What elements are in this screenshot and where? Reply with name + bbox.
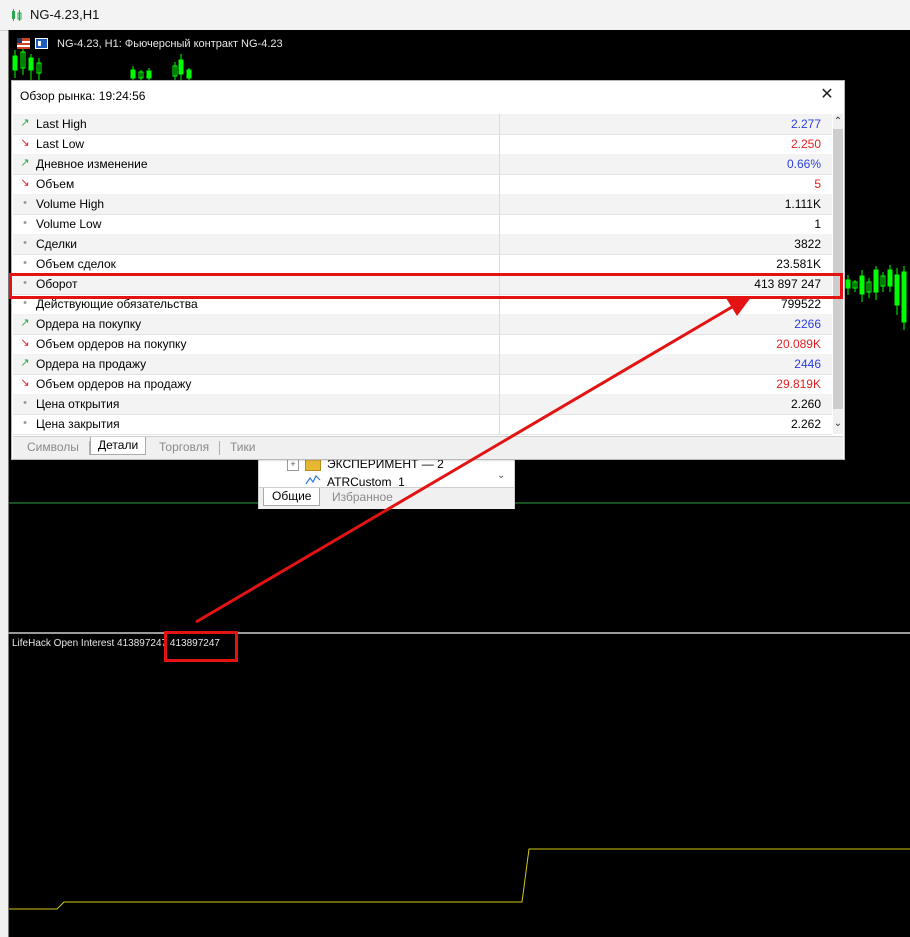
detail-row[interactable]: • Volume Low 1 [13, 214, 832, 235]
navigator-tabs: Общие Избранное [259, 487, 514, 509]
detail-row[interactable]: ↘ Объем ордеров на продажу 29.819K [13, 374, 832, 395]
detail-value: 2446 [794, 357, 821, 371]
detail-label: Действующие обязательства [36, 297, 198, 311]
detail-row[interactable]: ↘ Объем ордеров на покупку 20.089K [13, 334, 832, 355]
tab-general[interactable]: Общие [263, 488, 321, 506]
detail-label: Объем сделок [36, 257, 116, 271]
chevron-up-icon[interactable]: ⌃ [833, 116, 843, 128]
flag-icon [17, 38, 30, 49]
dot-icon: • [23, 237, 27, 249]
detail-row[interactable]: ↗ Ордера на продажу 2446 [13, 354, 832, 375]
dot-icon: • [23, 397, 27, 409]
detail-value: 5 [814, 177, 821, 191]
detail-row[interactable]: ↗ Дневное изменение 0.66% [13, 154, 832, 175]
tab-symbols[interactable]: Символы [27, 440, 79, 454]
detail-value: 2.260 [790, 397, 821, 411]
detail-value: 0.66% [786, 157, 821, 171]
detail-label: Volume High [36, 197, 105, 211]
detail-label: Цена открытия [36, 397, 120, 411]
detail-row[interactable]: ↗ Last High 2.277 [13, 114, 832, 135]
arrow-up-icon: ↗ [20, 317, 30, 329]
detail-value: 2.277 [790, 117, 821, 131]
tab-favorites[interactable]: Избранное [332, 490, 393, 504]
window-titlebar: NG-4.23,H1 [0, 0, 910, 31]
detail-label: Last High [36, 117, 87, 131]
indicator-subwindow[interactable] [8, 634, 910, 937]
detail-label: Объем [36, 177, 75, 191]
arrow-down-icon: ↘ [20, 337, 30, 349]
detail-label: Цена закрытия [36, 417, 120, 431]
detail-label: Объем ордеров на продажу [36, 377, 192, 391]
detail-row[interactable]: ↗ Ордера на покупку 2266 [13, 314, 832, 335]
tab-trading[interactable]: Торговля [159, 440, 209, 454]
detail-value: 2.250 [790, 137, 821, 151]
tab-details[interactable]: Детали [90, 437, 147, 455]
highlight-turnover-row [9, 273, 843, 299]
symbol-badge-icon [35, 38, 48, 49]
indicator-icon [305, 474, 321, 485]
chart-title: NG-4.23, H1: Фьючерсный контракт NG-4.23 [57, 38, 283, 50]
close-icon[interactable]: ✕ [818, 86, 836, 104]
detail-value: 20.089K [776, 337, 821, 351]
detail-row[interactable]: • Volume High 1.111K [13, 194, 832, 215]
detail-value: 2266 [794, 317, 821, 331]
chevron-down-icon[interactable]: ⌄ [833, 418, 843, 430]
arrow-down-icon: ↘ [20, 377, 30, 389]
detail-value: 1 [814, 217, 821, 231]
window-title: NG-4.23,H1 [30, 7, 100, 22]
arrow-down-icon: ↘ [20, 137, 30, 149]
arrow-up-icon: ↗ [20, 117, 30, 129]
detail-label: Volume Low [36, 217, 102, 231]
detail-value: 799522 [780, 297, 821, 311]
folder-icon [305, 459, 321, 471]
arrow-up-icon: ↗ [20, 357, 30, 369]
expand-icon[interactable]: + [287, 459, 299, 471]
detail-value: 23.581K [776, 257, 821, 271]
market-watch-window: Обзор рынка: 19:24:56 ✕ ↗ Last High 2.277 ↘… [11, 80, 845, 460]
dot-icon: • [23, 257, 27, 269]
detail-value: 29.819K [776, 377, 821, 391]
detail-label: Ордера на продажу [36, 357, 147, 371]
detail-value: 1.111K [784, 197, 821, 211]
market-watch-header[interactable]: Обзор рынка: 19:24:56 ✕ [12, 81, 844, 111]
detail-row[interactable]: • Цена открытия 2.260 [13, 394, 832, 415]
detail-label: Сделки [36, 237, 77, 251]
detail-label: Объем ордеров на покупку [36, 337, 187, 351]
detail-label: Ордера на покупку [36, 317, 142, 331]
arrow-down-icon: ↘ [20, 177, 30, 189]
market-watch-title: Обзор рынка: 19:24:56 [20, 89, 146, 103]
navigator-panel: + ЭКСПЕРИМЕНТ — 2 ATRCustom_1 ⌄ Общие Из… [258, 455, 515, 509]
dot-icon: • [23, 417, 27, 429]
detail-row[interactable]: ↘ Объем 5 [13, 174, 832, 195]
chevron-down-icon[interactable]: ⌄ [497, 470, 505, 481]
tab-ticks[interactable]: Тики [230, 440, 255, 454]
dot-icon: • [23, 217, 27, 229]
chart-candles-icon [12, 9, 22, 21]
detail-row[interactable]: ↘ Last Low 2.250 [13, 134, 832, 155]
highlight-indicator-value [164, 631, 238, 662]
indicator-canvas [9, 848, 910, 910]
dot-icon: • [23, 197, 27, 209]
arrow-up-icon: ↗ [20, 157, 30, 169]
tab-separator [219, 441, 220, 455]
detail-label: Last Low [36, 137, 85, 151]
detail-label: Дневное изменение [36, 157, 148, 171]
scrollbar-thumb[interactable] [833, 129, 843, 409]
detail-row[interactable]: • Цена закрытия 2.262 [13, 414, 832, 435]
detail-row[interactable]: • Объем сделок 23.581K [13, 254, 832, 275]
detail-row[interactable]: • Сделки 3822 [13, 234, 832, 255]
market-watch-tabs: Символы Детали Торговля Тики [13, 436, 843, 459]
detail-value: 3822 [794, 237, 821, 251]
detail-value: 2.262 [790, 417, 821, 431]
